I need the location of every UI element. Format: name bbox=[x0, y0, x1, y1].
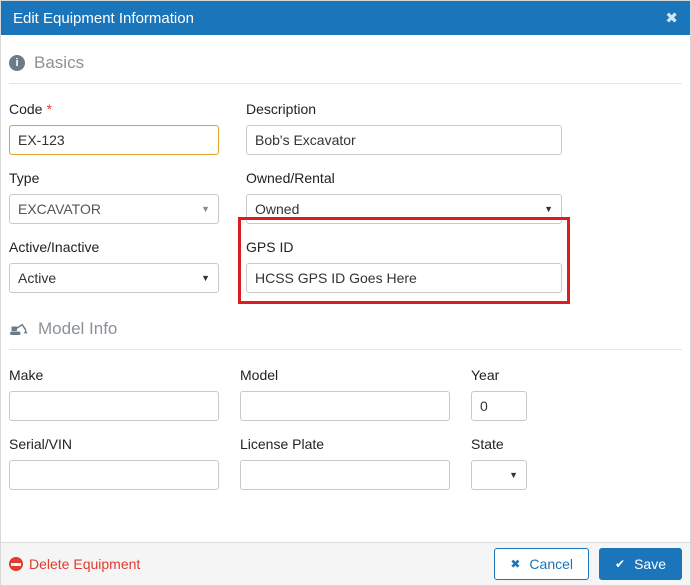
model-info-section-title: Model Info bbox=[38, 319, 118, 338]
active-inactive-label: Active/Inactive bbox=[9, 239, 100, 255]
serial-vin-field: Serial/VIN bbox=[9, 421, 219, 490]
state-select[interactable]: ▼ bbox=[471, 460, 527, 490]
check-icon: ✔ bbox=[615, 557, 626, 571]
delete-equipment-label: Delete Equipment bbox=[29, 556, 141, 572]
type-select[interactable]: EXCAVATOR ▼ bbox=[9, 194, 219, 224]
owned-rental-label: Owned/Rental bbox=[246, 170, 335, 186]
year-label: Year bbox=[471, 367, 500, 383]
edit-equipment-modal: Edit Equipment Information ✖ i Basics Co… bbox=[0, 0, 691, 586]
cancel-button[interactable]: ✖ Cancel bbox=[494, 548, 590, 580]
gps-id-label: GPS ID bbox=[246, 239, 294, 255]
year-field: Year bbox=[471, 352, 527, 421]
make-field: Make bbox=[9, 352, 219, 421]
model-label: Model bbox=[240, 367, 279, 383]
year-input[interactable] bbox=[471, 391, 527, 421]
code-label: Code * bbox=[9, 101, 52, 117]
model-input[interactable] bbox=[240, 391, 450, 421]
active-inactive-field: Active/Inactive Active ▼ bbox=[9, 224, 219, 293]
modal-body: i Basics Code* Description Type EXCAVATO… bbox=[1, 35, 690, 542]
basics-section-header: i Basics bbox=[9, 53, 682, 84]
serial-vin-label: Serial/VIN bbox=[9, 436, 73, 452]
state-label: State bbox=[471, 436, 504, 452]
description-field: Description bbox=[246, 86, 562, 155]
type-selected-value: EXCAVATOR bbox=[18, 201, 101, 217]
chevron-down-icon: ▼ bbox=[201, 273, 210, 283]
cancel-x-icon: ✖ bbox=[510, 557, 521, 571]
license-plate-input[interactable] bbox=[240, 460, 450, 490]
make-input[interactable] bbox=[9, 391, 219, 421]
ban-icon bbox=[9, 557, 23, 571]
basics-grid: Code* Description Type EXCAVATOR ▼ Owned… bbox=[9, 86, 682, 304]
code-input[interactable] bbox=[9, 125, 219, 155]
model-field: Model bbox=[240, 352, 450, 421]
model-info-section-header: Model Info bbox=[9, 319, 682, 350]
delete-equipment-button[interactable]: Delete Equipment bbox=[9, 556, 140, 572]
gps-id-input[interactable] bbox=[246, 263, 562, 293]
active-inactive-selected-value: Active bbox=[18, 270, 57, 286]
chevron-down-icon: ▼ bbox=[509, 470, 518, 480]
cancel-button-label: Cancel bbox=[529, 556, 574, 572]
info-icon: i bbox=[9, 55, 25, 71]
basics-section-title: Basics bbox=[34, 53, 85, 72]
owned-rental-field: Owned/Rental Owned ▼ bbox=[246, 155, 562, 224]
chevron-down-icon: ▼ bbox=[544, 204, 553, 214]
save-button[interactable]: ✔ Save bbox=[599, 548, 682, 580]
excavator-icon bbox=[9, 322, 29, 336]
save-button-label: Save bbox=[634, 556, 666, 572]
license-plate-label: License Plate bbox=[240, 436, 325, 452]
gps-id-field: GPS ID bbox=[238, 217, 570, 304]
close-icon[interactable]: ✖ bbox=[665, 11, 678, 26]
modal-title: Edit Equipment Information bbox=[13, 9, 194, 27]
chevron-down-icon: ▼ bbox=[201, 204, 210, 214]
serial-vin-input[interactable] bbox=[9, 460, 219, 490]
type-field: Type EXCAVATOR ▼ bbox=[9, 155, 219, 224]
type-label: Type bbox=[9, 170, 40, 186]
modal-header: Edit Equipment Information ✖ bbox=[1, 1, 690, 35]
required-asterisk: * bbox=[46, 101, 52, 117]
description-label: Description bbox=[246, 101, 317, 117]
description-input[interactable] bbox=[246, 125, 562, 155]
state-field: State ▼ bbox=[471, 421, 527, 490]
license-plate-field: License Plate bbox=[240, 421, 450, 490]
make-label: Make bbox=[9, 367, 44, 383]
modal-footer: Delete Equipment ✖ Cancel ✔ Save bbox=[1, 542, 690, 585]
owned-rental-selected-value: Owned bbox=[255, 201, 300, 217]
code-field: Code * bbox=[9, 86, 219, 155]
active-inactive-select[interactable]: Active ▼ bbox=[9, 263, 219, 293]
footer-buttons: ✖ Cancel ✔ Save bbox=[494, 548, 682, 580]
owned-rental-select[interactable]: Owned ▼ bbox=[246, 194, 562, 224]
model-info-grid: Make Model Year Serial/VIN License Plate bbox=[9, 352, 682, 490]
